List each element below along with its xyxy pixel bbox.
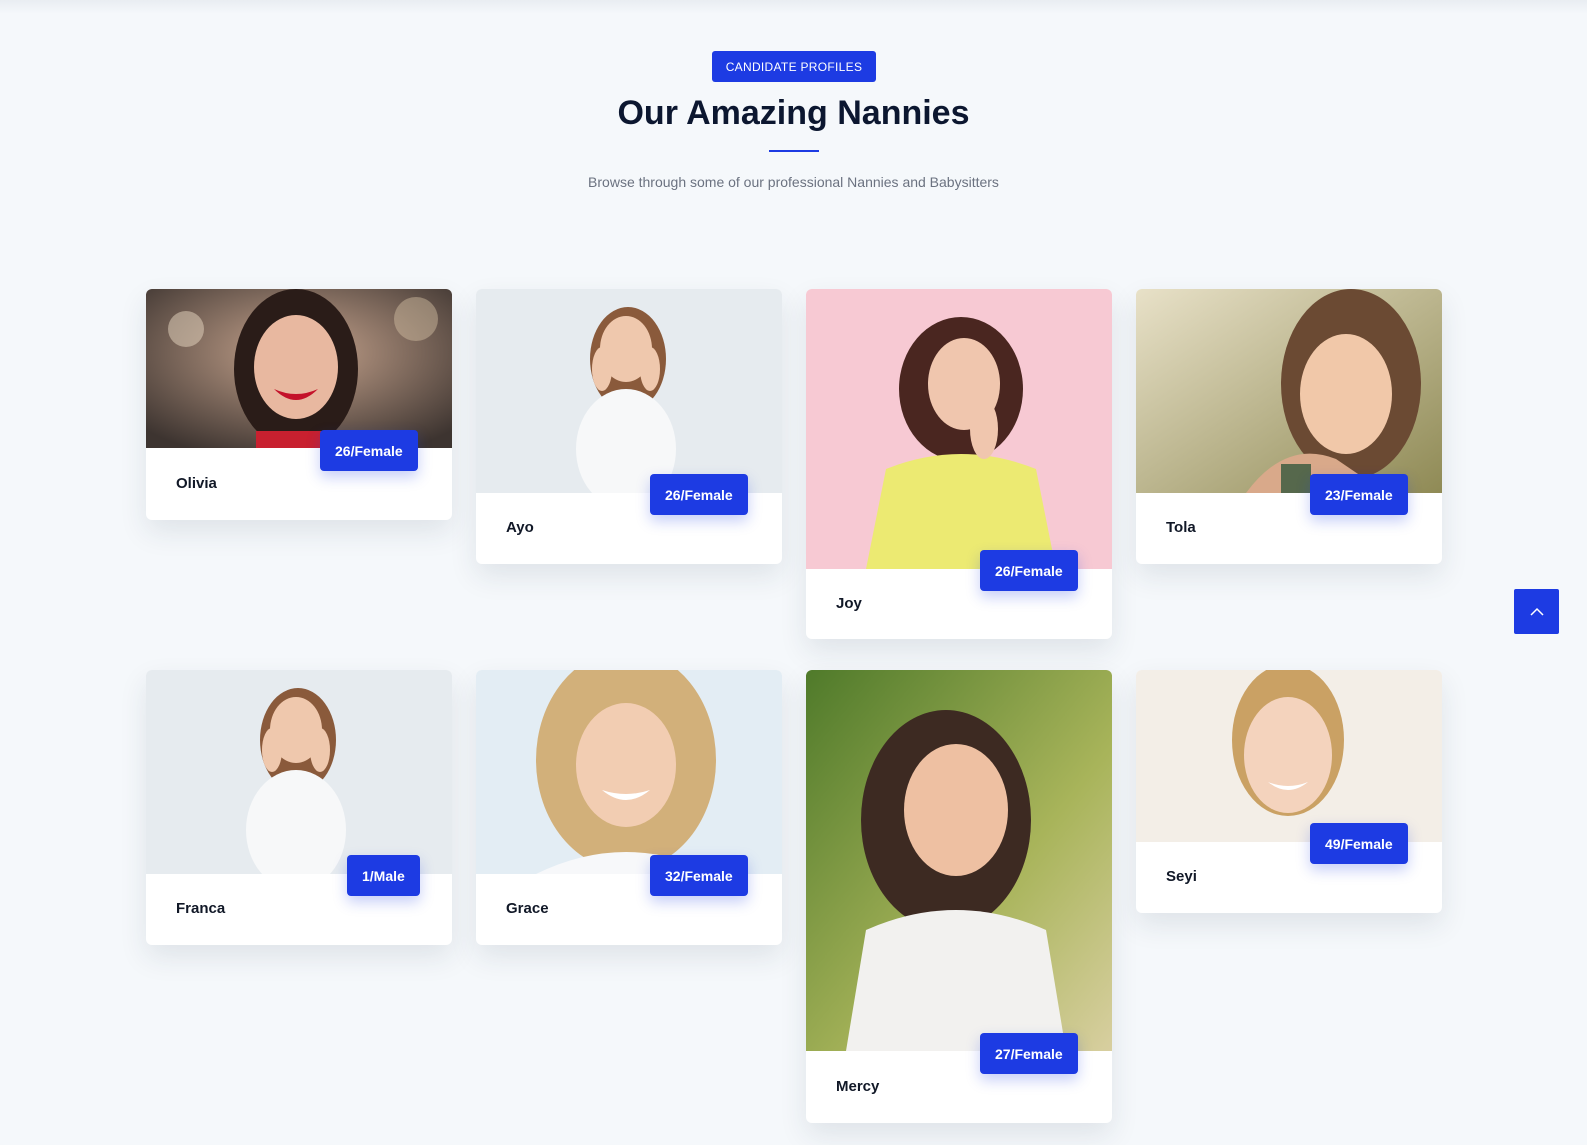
nanny-photo[interactable] (146, 289, 452, 448)
nanny-photo[interactable] (146, 670, 452, 874)
nanny-name[interactable]: Ayo (506, 519, 534, 536)
nanny-photo[interactable] (806, 289, 1112, 569)
chevron-up-icon (1529, 607, 1544, 616)
nanny-card-grace[interactable]: 32/Female Grace (476, 670, 782, 945)
age-gender-badge: 32/Female (650, 855, 748, 896)
section-badge: CANDIDATE PROFILES (712, 51, 876, 82)
nanny-card-tola[interactable]: 23/Female Tola (1136, 289, 1442, 564)
nanny-card-joy[interactable]: 26/Female Joy (806, 289, 1112, 639)
age-gender-badge: 26/Female (980, 550, 1078, 591)
scroll-to-top-button[interactable] (1514, 589, 1559, 634)
nanny-name[interactable]: Olivia (176, 475, 217, 492)
nanny-card-franca[interactable]: 1/Male Franca (146, 670, 452, 945)
age-gender-badge: 49/Female (1310, 823, 1408, 864)
nanny-photo[interactable] (476, 289, 782, 493)
nanny-name[interactable]: Grace (506, 900, 549, 917)
nanny-photo[interactable] (1136, 289, 1442, 493)
age-gender-badge: 26/Female (320, 430, 418, 471)
nanny-name[interactable]: Tola (1166, 519, 1196, 536)
nanny-card-ayo[interactable]: 26/Female Ayo (476, 289, 782, 564)
nanny-name[interactable]: Seyi (1166, 868, 1197, 885)
nanny-photo[interactable] (806, 670, 1112, 1051)
age-gender-badge: 26/Female (650, 474, 748, 515)
nanny-photo[interactable] (476, 670, 782, 874)
top-bar (0, 0, 1587, 14)
age-gender-badge: 27/Female (980, 1033, 1078, 1074)
nanny-name[interactable]: Joy (836, 595, 862, 612)
age-gender-badge: 23/Female (1310, 474, 1408, 515)
nanny-card-mercy[interactable]: 27/Female Mercy (806, 670, 1112, 1123)
section-subtitle: Browse through some of our professional … (588, 174, 999, 190)
nanny-card-seyi[interactable]: 49/Female Seyi (1136, 670, 1442, 913)
nanny-photo[interactable] (1136, 670, 1442, 842)
nanny-card-olivia[interactable]: 26/Female Olivia (146, 289, 452, 520)
nanny-name[interactable]: Franca (176, 900, 225, 917)
page: CANDIDATE PROFILES Our Amazing Nannies B… (0, 0, 1587, 1145)
title-divider (769, 150, 819, 152)
nanny-name[interactable]: Mercy (836, 1078, 879, 1095)
age-gender-badge: 1/Male (347, 855, 420, 896)
section-title: Our Amazing Nannies (617, 94, 970, 132)
